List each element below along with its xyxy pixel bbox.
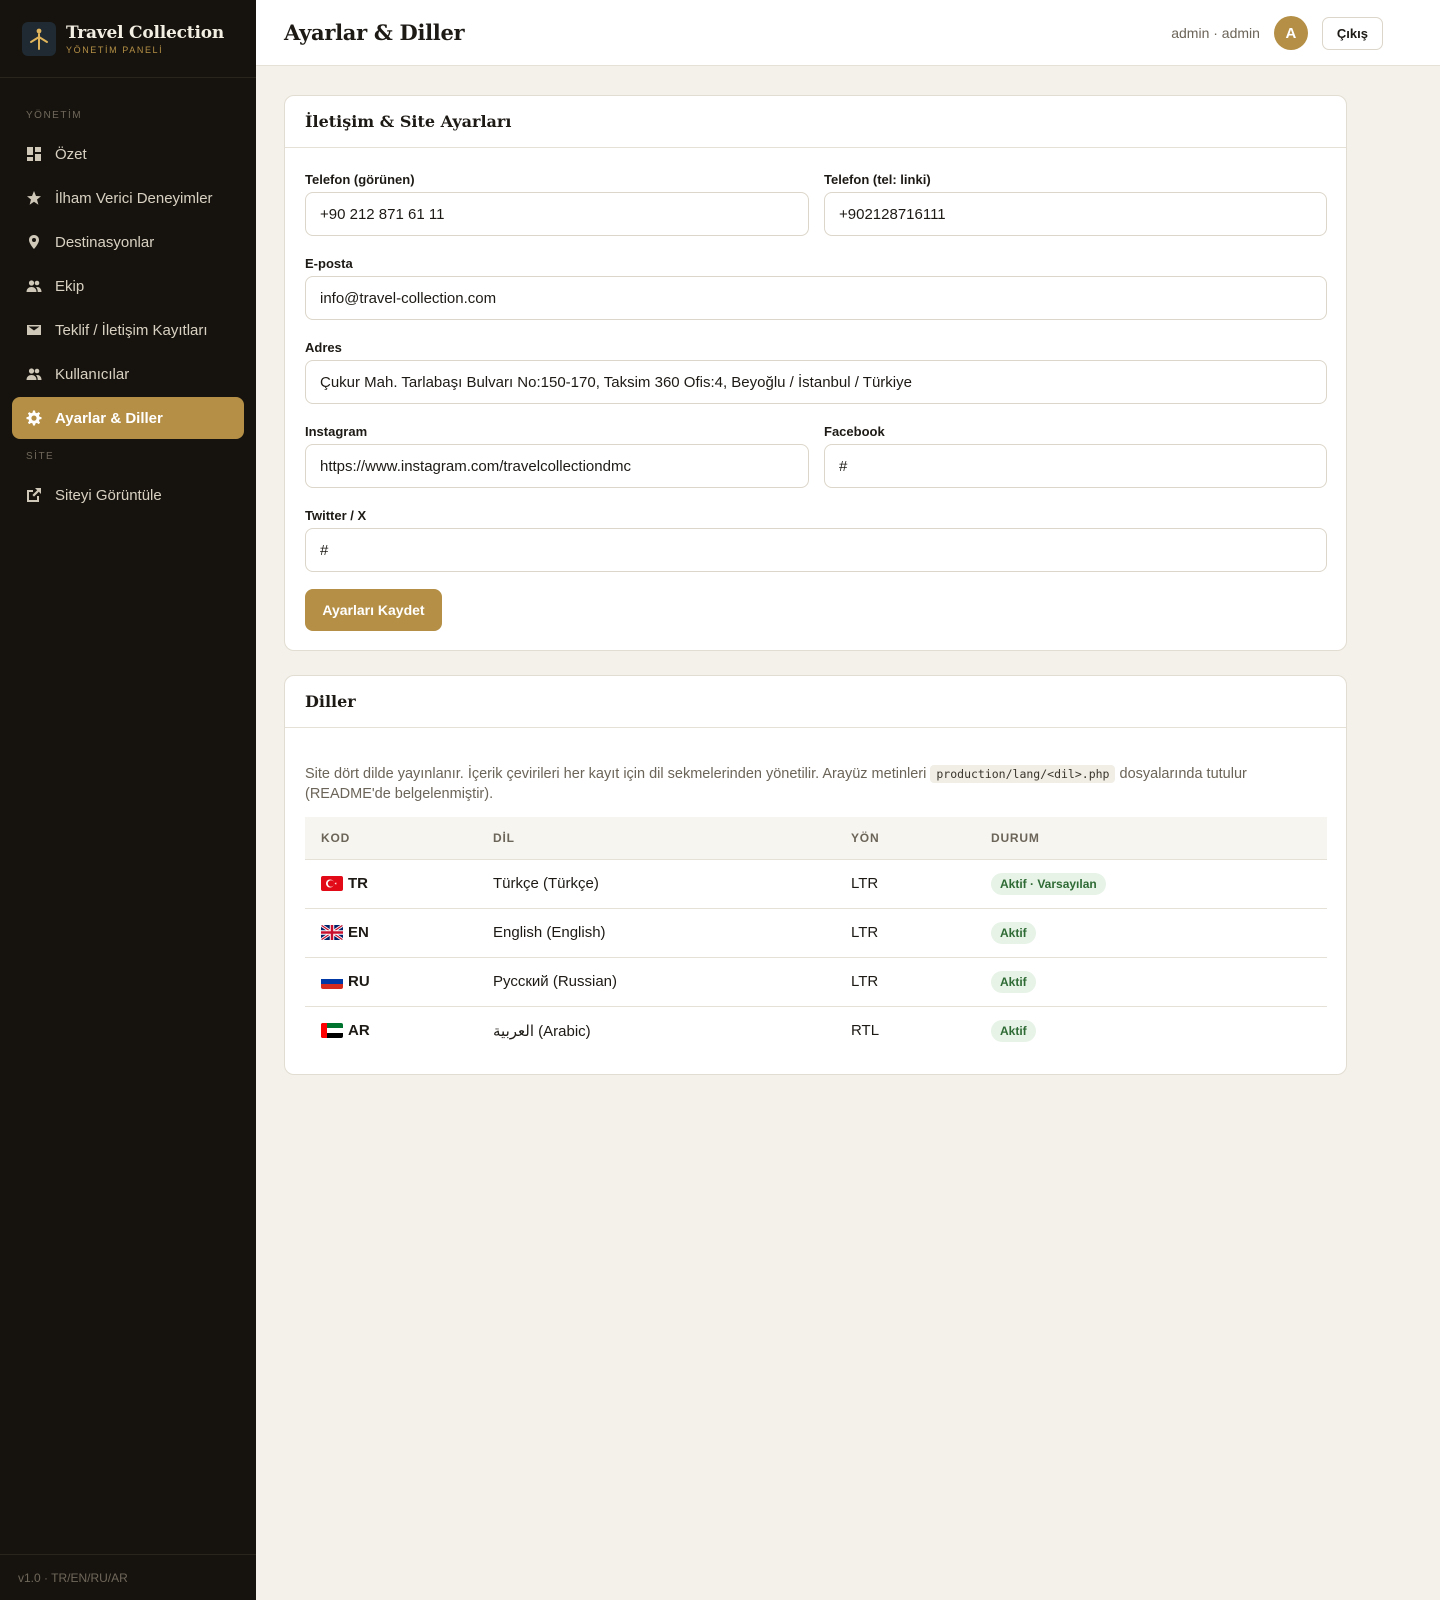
column-header-status: DURUM: [991, 817, 1327, 860]
uk-flag-icon: [321, 925, 343, 940]
language-name: English (English): [493, 908, 851, 958]
avatar[interactable]: A: [1273, 16, 1308, 50]
column-header-language: DİL: [493, 817, 851, 860]
mail-icon: [27, 325, 41, 335]
phone-display-input[interactable]: [305, 192, 809, 236]
address-input[interactable]: [305, 360, 1327, 404]
sidebar-item-view-site[interactable]: Siteyi Görüntüle: [12, 474, 244, 516]
brand-subtitle: YÖNETİM PANELİ: [66, 44, 164, 55]
brand-title: Travel Collection: [66, 22, 225, 43]
user-name: admin · admin: [1171, 25, 1260, 41]
sidebar-footer: v1.0 · TR/EN/RU/AR: [0, 1554, 256, 1600]
languages-card-header: Diller: [285, 676, 1346, 728]
language-code: EN: [348, 924, 369, 941]
sidebar-item-label: Ayarlar & Diller: [55, 409, 163, 427]
map-pin-icon: [29, 235, 39, 249]
facebook-label: Facebook: [824, 424, 885, 439]
table-header-row: KOD DİL YÖN DURUM: [305, 817, 1327, 860]
sidebar-item-label: Teklif / İletişim Kayıtları: [55, 321, 208, 339]
status-badge: Aktif · Varsayılan: [991, 872, 1106, 895]
brand[interactable]: Travel Collection YÖNETİM PANELİ: [0, 0, 256, 78]
sidebar: Travel Collection YÖNETİM PANELİ YÖNETİM…: [0, 0, 256, 1600]
sidebar-item-destinations[interactable]: Destinasyonlar: [12, 221, 244, 263]
top-header: Ayarlar & Diller admin · admin A Çıkış: [256, 0, 1440, 66]
settings-card-title: İletişim & Site Ayarları: [305, 112, 512, 131]
sidebar-item-ozet[interactable]: Özet: [12, 133, 244, 175]
sidebar-item-experiences[interactable]: İlham Verici Deneyimler: [12, 177, 244, 219]
settings-card: İletişim & Site Ayarları Telefon (görüne…: [284, 95, 1347, 651]
status-badge: Aktif: [991, 921, 1036, 944]
language-name: Türkçe (Türkçe): [493, 859, 851, 909]
language-direction: LTR: [851, 908, 991, 958]
save-settings-button[interactable]: Ayarları Kaydet: [305, 589, 442, 631]
sidebar-item-label: Siteyi Görüntüle: [55, 486, 162, 504]
sidebar-item-label: Kullanıcılar: [55, 365, 130, 383]
sidebar-item-settings[interactable]: Ayarlar & Diller: [12, 397, 244, 439]
table-row: TR Türkçe (Türkçe) LTR Aktif · Varsayıla…: [305, 859, 1327, 909]
address-label: Adres: [305, 340, 342, 355]
phone-display-label: Telefon (görünen): [305, 172, 415, 187]
phone-link-label: Telefon (tel: linki): [824, 172, 931, 187]
instagram-input[interactable]: [305, 444, 809, 488]
language-name: العربية (Arabic): [493, 1022, 591, 1040]
russia-flag-icon: [321, 974, 343, 989]
languages-table: KOD DİL YÖN DURUM TR Türkçe (Türkçe) LTR…: [305, 817, 1327, 1055]
sidebar-item-inquiries[interactable]: Teklif / İletişim Kayıtları: [12, 309, 244, 351]
sidebar-item-label: Özet: [55, 145, 87, 163]
star-icon: [27, 191, 41, 205]
gear-icon: [26, 410, 42, 426]
external-link-icon: [27, 488, 41, 502]
language-code: TR: [348, 875, 368, 892]
language-code: AR: [348, 1022, 370, 1040]
language-direction: LTR: [851, 859, 991, 909]
instagram-label: Instagram: [305, 424, 368, 439]
languages-card: Diller Site dört dilde yayınlanır. İçeri…: [284, 675, 1347, 1075]
twitter-label: Twitter / X: [305, 508, 367, 523]
column-header-direction: YÖN: [851, 817, 991, 860]
phone-link-input[interactable]: [824, 192, 1327, 236]
logout-button[interactable]: Çıkış: [1321, 16, 1383, 50]
table-row: RU Русский (Russian) LTR Aktif: [305, 957, 1327, 1007]
nav-section-admin: YÖNETİM: [26, 110, 83, 121]
column-header-code: KOD: [305, 817, 493, 860]
email-label: E-posta: [305, 256, 353, 271]
languages-card-title: Diller: [305, 692, 356, 711]
twitter-input[interactable]: [305, 528, 1327, 572]
language-code: RU: [348, 973, 370, 990]
sidebar-item-label: Ekip: [55, 277, 85, 295]
sidebar-item-users[interactable]: Kullanıcılar: [12, 353, 244, 395]
lang-file-path: production/lang/<dil>.php: [930, 765, 1116, 783]
facebook-input[interactable]: [824, 444, 1327, 488]
status-badge: Aktif: [991, 1019, 1036, 1042]
language-name: Русский (Russian): [493, 957, 851, 1007]
table-row: EN English (English) LTR Aktif: [305, 908, 1327, 958]
table-row: AR العربية (Arabic) RTL Aktif: [305, 1006, 1327, 1055]
dashboard-icon: [27, 147, 41, 161]
page-title: Ayarlar & Diller: [284, 20, 465, 45]
people-icon: [26, 368, 42, 380]
email-input[interactable]: [305, 276, 1327, 320]
language-direction: RTL: [851, 1022, 880, 1040]
languages-description: Site dört dilde yayınlanır. İçerik çevir…: [305, 764, 1315, 804]
brand-logo-icon: [22, 21, 56, 56]
sidebar-item-label: Destinasyonlar: [55, 233, 155, 251]
language-direction: LTR: [851, 957, 991, 1007]
sidebar-item-label: İlham Verici Deneyimler: [55, 189, 213, 207]
languages-description-part1: Site dört dilde yayınlanır. İçerik çevir…: [305, 766, 927, 782]
settings-card-header: İletişim & Site Ayarları: [285, 96, 1346, 148]
user-area: admin · admin A Çıkış: [1171, 16, 1383, 50]
status-badge: Aktif: [991, 970, 1036, 993]
nav-section-site: SİTE: [26, 451, 55, 462]
turkey-flag-icon: [321, 876, 343, 891]
uae-flag-icon: [321, 1023, 343, 1039]
people-icon: [26, 280, 42, 292]
sidebar-item-team[interactable]: Ekip: [12, 265, 244, 307]
